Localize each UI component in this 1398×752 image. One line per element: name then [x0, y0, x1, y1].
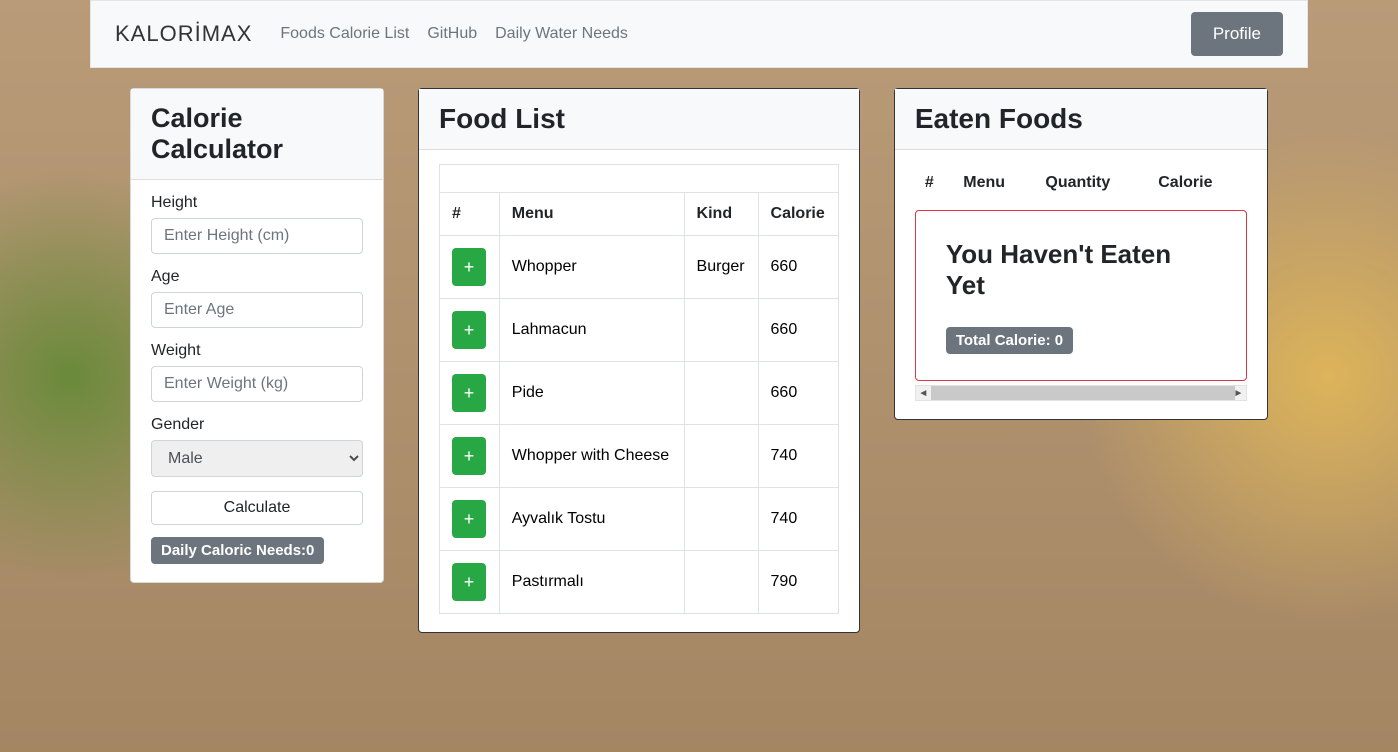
- cell-calorie: 660: [758, 299, 838, 362]
- eaten-table: # Menu Quantity Calorie: [915, 164, 1247, 202]
- cell-kind: [684, 488, 758, 551]
- food-table: # Menu Kind Calorie + WhopperBurger660 + La…: [439, 164, 839, 614]
- col-calorie: Calorie: [758, 193, 838, 236]
- nav-foods-calorie-list[interactable]: Foods Calorie List: [280, 25, 409, 43]
- scroll-left-icon[interactable]: ◄: [916, 386, 931, 400]
- col-menu: Menu: [499, 193, 684, 236]
- cell-calorie: 740: [758, 425, 838, 488]
- card-body: # Menu Quantity Calorie You Haven't Eate…: [895, 150, 1267, 419]
- add-food-button[interactable]: +: [452, 437, 486, 475]
- card-title: Calorie Calculator: [151, 103, 363, 165]
- table-row: + Pastırmalı 790: [440, 551, 839, 614]
- col-qty: Quantity: [1035, 164, 1148, 202]
- cell-kind: [684, 299, 758, 362]
- add-food-button[interactable]: +: [452, 374, 486, 412]
- card-header: Eaten Foods: [895, 89, 1267, 150]
- col-calorie: Calorie: [1148, 164, 1247, 202]
- height-label: Height: [151, 194, 363, 212]
- table-header-row: # Menu Kind Calorie: [440, 193, 839, 236]
- eaten-empty-alert: You Haven't Eaten Yet Total Calorie: 0: [915, 210, 1247, 381]
- scroll-thumb[interactable]: [931, 386, 1235, 400]
- total-calorie-badge: Total Calorie: 0: [946, 327, 1073, 354]
- cell-calorie: 790: [758, 551, 838, 614]
- table-row: + WhopperBurger660: [440, 236, 839, 299]
- cell-menu: Pastırmalı: [499, 551, 684, 614]
- cell-kind: [684, 551, 758, 614]
- card-header: Food List: [419, 89, 859, 150]
- food-scroll[interactable]: # Menu Kind Calorie + WhopperBurger660 + La…: [439, 164, 839, 614]
- add-food-button[interactable]: +: [452, 248, 486, 286]
- cell-kind: [684, 362, 758, 425]
- nav-github[interactable]: GitHub: [427, 25, 477, 43]
- cell-calorie: 660: [758, 362, 838, 425]
- table-row: + Whopper with Cheese 740: [440, 425, 839, 488]
- cell-kind: [684, 425, 758, 488]
- nav-links: Foods Calorie List GitHub Daily Water Ne…: [280, 25, 1190, 43]
- navbar: KALORİMAX Foods Calorie List GitHub Dail…: [90, 0, 1308, 68]
- height-input[interactable]: [151, 218, 363, 254]
- brand: KALORİMAX: [115, 21, 252, 47]
- calorie-calculator-card: Calorie Calculator Height Age Weight Gen…: [130, 88, 384, 583]
- food-list-card: Food List # Menu Kind Calorie + WhopperBu…: [418, 88, 860, 633]
- cell-menu: Pide: [499, 362, 684, 425]
- table-row: + Lahmacun 660: [440, 299, 839, 362]
- add-food-button[interactable]: +: [452, 500, 486, 538]
- card-body: Height Age Weight Gender Male Calculate …: [131, 180, 383, 582]
- table-row: + Pide 660: [440, 362, 839, 425]
- cell-menu: Whopper: [499, 236, 684, 299]
- card-title: Food List: [439, 103, 839, 135]
- table-header-row: # Menu Quantity Calorie: [915, 164, 1247, 202]
- card-title: Eaten Foods: [915, 103, 1247, 135]
- calculate-button[interactable]: Calculate: [151, 491, 363, 525]
- col-menu: Menu: [953, 164, 1035, 202]
- scroll-right-icon[interactable]: ►: [1231, 386, 1246, 400]
- add-food-button[interactable]: +: [452, 311, 486, 349]
- table-row: + Ayvalık Tostu 740: [440, 488, 839, 551]
- gender-label: Gender: [151, 416, 363, 434]
- eaten-foods-card: Eaten Foods # Menu Quantity Calorie You …: [894, 88, 1268, 420]
- cell-menu: Ayvalık Tostu: [499, 488, 684, 551]
- cell-calorie: 660: [758, 236, 838, 299]
- age-input[interactable]: [151, 292, 363, 328]
- eaten-scroll: # Menu Quantity Calorie You Haven't Eate…: [915, 164, 1247, 401]
- col-num: #: [440, 193, 500, 236]
- age-label: Age: [151, 268, 363, 286]
- daily-need-badge: Daily Caloric Needs:0: [151, 537, 324, 564]
- cell-menu: Lahmacun: [499, 299, 684, 362]
- cell-kind: Burger: [684, 236, 758, 299]
- col-num: #: [915, 164, 953, 202]
- nav-daily-water-needs[interactable]: Daily Water Needs: [495, 25, 628, 43]
- card-body: # Menu Kind Calorie + WhopperBurger660 + La…: [419, 150, 859, 632]
- col-kind: Kind: [684, 193, 758, 236]
- weight-input[interactable]: [151, 366, 363, 402]
- gender-select[interactable]: Male: [151, 440, 363, 477]
- horizontal-scrollbar[interactable]: ◄ ►: [915, 385, 1247, 401]
- add-food-button[interactable]: +: [452, 563, 486, 601]
- card-header: Calorie Calculator: [131, 89, 383, 180]
- profile-button[interactable]: Profile: [1191, 12, 1283, 56]
- weight-label: Weight: [151, 342, 363, 360]
- food-search-row: [440, 165, 839, 193]
- main-row: Calorie Calculator Height Age Weight Gen…: [0, 68, 1398, 653]
- eaten-empty-title: You Haven't Eaten Yet: [946, 239, 1216, 301]
- cell-calorie: 740: [758, 488, 838, 551]
- cell-menu: Whopper with Cheese: [499, 425, 684, 488]
